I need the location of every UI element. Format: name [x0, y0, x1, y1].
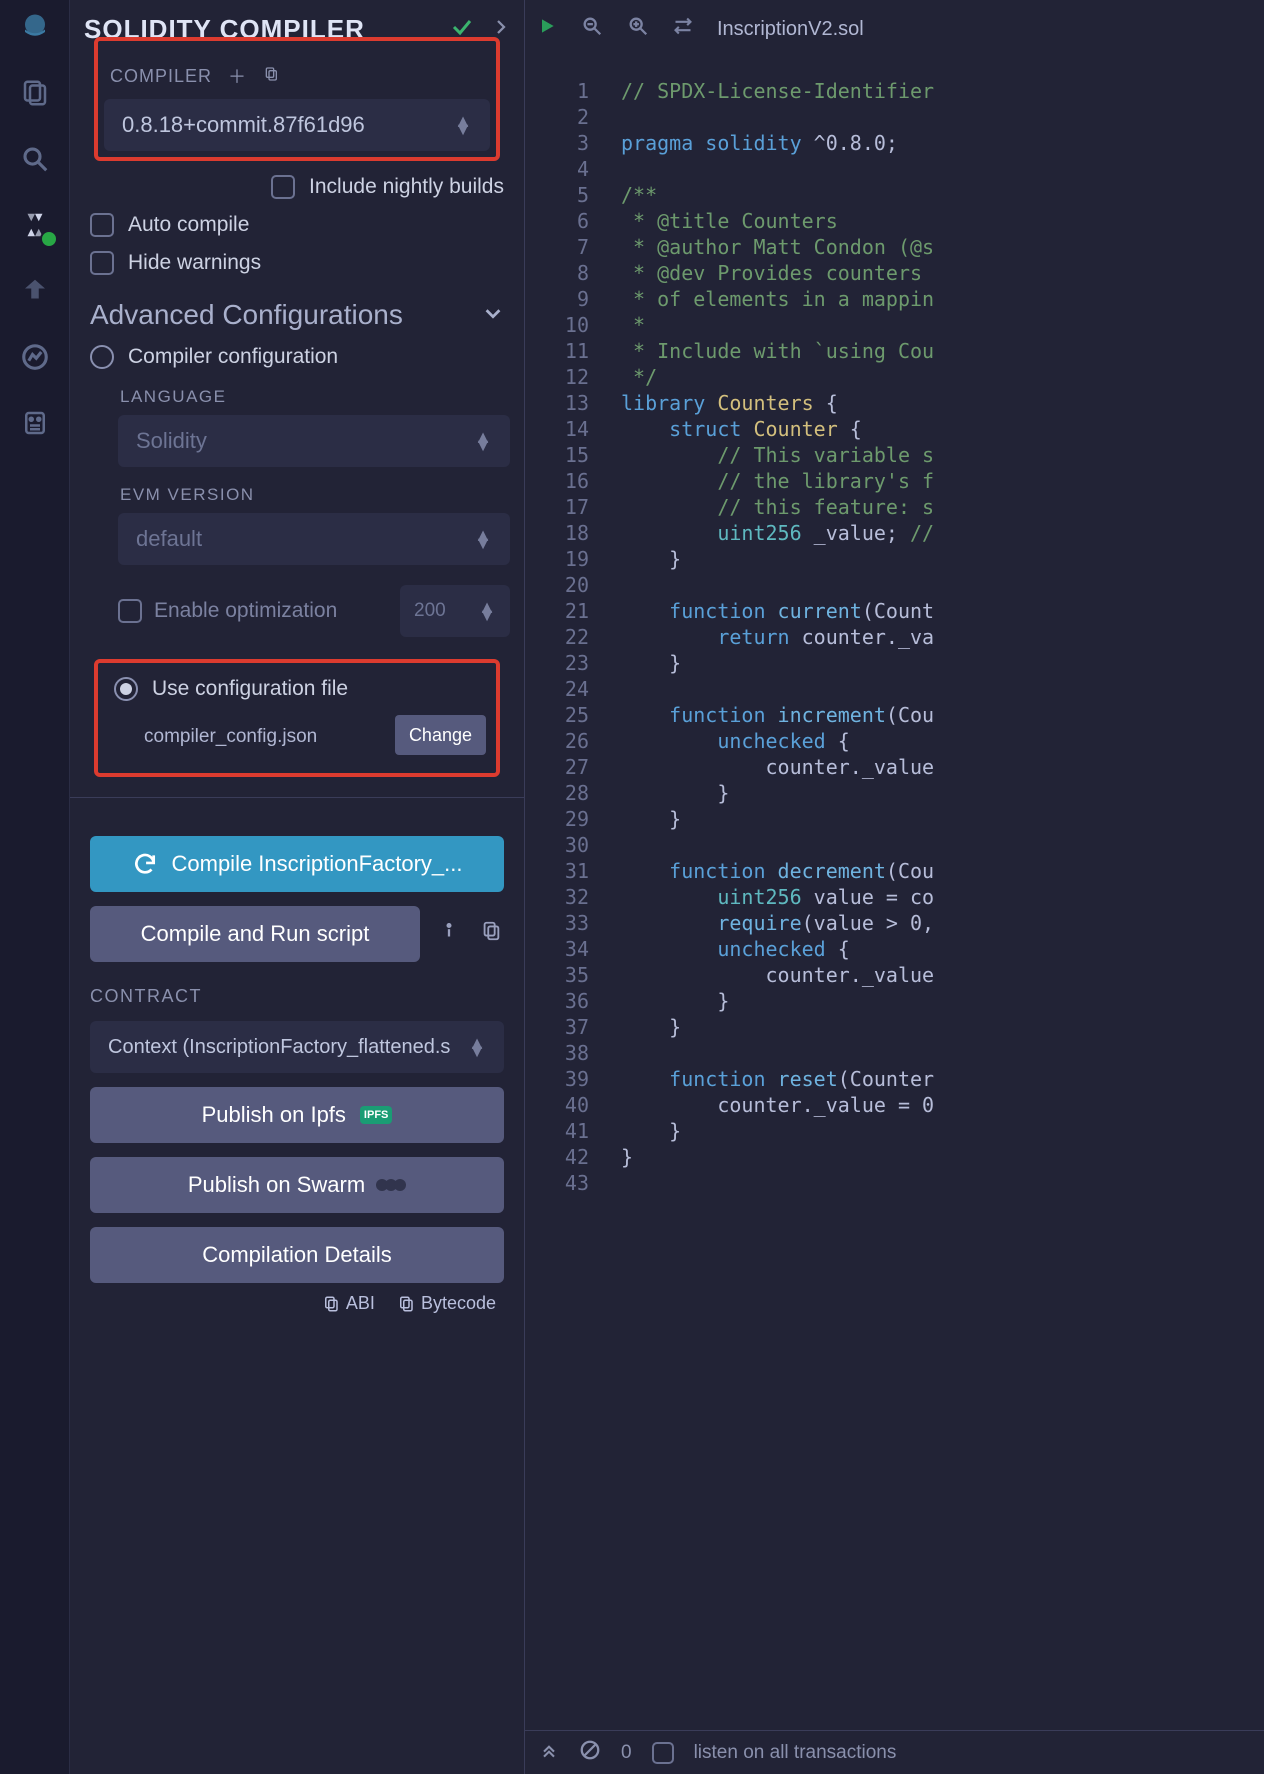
change-config-button[interactable]: Change — [395, 715, 486, 755]
use-config-file-label: Use configuration file — [152, 677, 348, 701]
compile-button[interactable]: Compile InscriptionFactory_... — [90, 836, 504, 892]
file-explorer-icon[interactable] — [18, 76, 52, 110]
compiler-ok-badge — [40, 230, 58, 248]
solidity-compiler-icon[interactable] — [18, 208, 52, 242]
copy-bytecode-button[interactable]: Bytecode — [397, 1293, 496, 1314]
auto-compile-checkbox[interactable] — [90, 213, 114, 237]
copy-compiler-icon[interactable] — [263, 66, 279, 87]
copy-icon[interactable] — [480, 920, 504, 948]
listen-tx-checkbox[interactable] — [652, 1742, 674, 1764]
compiler-config-radio[interactable] — [90, 345, 114, 369]
zoom-out-icon[interactable] — [581, 15, 603, 43]
editor-filename[interactable]: InscriptionV2.sol — [717, 18, 864, 41]
publish-ipfs-label: Publish on Ipfs — [202, 1102, 346, 1128]
contract-value: Context (InscriptionFactory_flattened.s — [108, 1036, 450, 1059]
stepper-arrows-icon: ▲▼ — [478, 603, 496, 619]
publish-swarm-button[interactable]: Publish on Swarm — [90, 1157, 504, 1213]
contract-label: CONTRACT — [90, 986, 504, 1007]
config-file-name: compiler_config.json — [144, 726, 317, 748]
line-gutter: 1234567891011121314151617181920212223242… — [525, 58, 603, 1730]
enable-optimization-label: Enable optimization — [154, 599, 388, 623]
run-icon[interactable] — [537, 16, 557, 42]
editor-toolbar: InscriptionV2.sol — [525, 0, 1264, 58]
add-compiler-icon[interactable]: ＋ — [228, 63, 247, 89]
compile-run-label: Compile and Run script — [141, 921, 370, 947]
code-editor: InscriptionV2.sol 1234567891011121314151… — [525, 0, 1264, 1774]
abi-label: ABI — [346, 1293, 375, 1314]
ipfs-icon: IPFS — [360, 1106, 392, 1124]
compiler-version-value: 0.8.18+commit.87f61d96 — [122, 112, 365, 138]
compilation-details-button[interactable]: Compilation Details — [90, 1227, 504, 1283]
debugger-icon[interactable] — [18, 340, 52, 374]
auto-compile-label: Auto compile — [128, 213, 249, 237]
tx-count: 0 — [621, 1742, 632, 1764]
search-icon[interactable] — [18, 142, 52, 176]
bytecode-label: Bytecode — [421, 1293, 496, 1314]
compile-run-button[interactable]: Compile and Run script — [90, 906, 420, 962]
contract-select[interactable]: Context (InscriptionFactory_flattened.s … — [90, 1021, 504, 1073]
publish-swarm-label: Publish on Swarm — [188, 1172, 365, 1198]
listen-tx-label: listen on all transactions — [694, 1742, 897, 1764]
include-nightly-checkbox[interactable] — [271, 175, 295, 199]
zoom-in-icon[interactable] — [627, 15, 649, 43]
select-arrows-icon: ▲▼ — [474, 433, 492, 449]
config-file-highlight: Use configuration file compiler_config.j… — [94, 659, 500, 777]
info-icon[interactable] — [438, 920, 462, 948]
compiler-panel: SOLIDITY COMPILER COMPILER ＋ — [70, 0, 525, 1774]
optimization-runs-input[interactable]: 200 ▲▼ — [400, 585, 510, 637]
publish-ipfs-button[interactable]: Publish on Ipfs IPFS — [90, 1087, 504, 1143]
language-value: Solidity — [136, 428, 207, 454]
compiler-version-highlight: COMPILER ＋ 0.8.18+commit.87f61d96 ▲▼ — [94, 37, 500, 161]
remix-logo-icon[interactable] — [18, 10, 52, 44]
chevron-down-icon[interactable] — [482, 299, 504, 331]
select-arrows-icon: ▲▼ — [454, 117, 472, 133]
select-arrows-icon: ▲▼ — [474, 531, 492, 547]
copy-abi-button[interactable]: ABI — [322, 1293, 375, 1314]
evm-version-label: EVM VERSION — [120, 485, 510, 505]
swarm-icon — [379, 1179, 406, 1191]
compiler-config-label: Compiler configuration — [128, 345, 338, 369]
activity-bar — [0, 0, 70, 1774]
editor-statusbar: 0 listen on all transactions — [525, 1730, 1264, 1774]
source-code[interactable]: // SPDX-License-Identifier pragma solidi… — [603, 58, 1264, 1730]
include-nightly-label: Include nightly builds — [309, 175, 504, 199]
enable-optimization-checkbox[interactable] — [118, 599, 142, 623]
deploy-run-icon[interactable] — [18, 274, 52, 308]
switch-file-icon[interactable] — [673, 16, 693, 42]
evm-version-value: default — [136, 526, 202, 552]
select-arrows-icon: ▲▼ — [468, 1039, 486, 1055]
hide-warnings-checkbox[interactable] — [90, 251, 114, 275]
language-select[interactable]: Solidity ▲▼ — [118, 415, 510, 467]
hide-warnings-label: Hide warnings — [128, 251, 261, 275]
clear-console-icon[interactable] — [579, 1739, 601, 1767]
optimization-runs-value: 200 — [414, 600, 446, 622]
compiler-label: COMPILER — [110, 66, 212, 87]
refresh-icon — [132, 851, 158, 877]
use-config-file-radio[interactable] — [114, 677, 138, 701]
evm-version-select[interactable]: default ▲▼ — [118, 513, 510, 565]
plugin-manager-icon[interactable] — [18, 406, 52, 440]
compile-button-label: Compile InscriptionFactory_... — [172, 851, 463, 877]
collapse-terminal-icon[interactable] — [539, 1740, 559, 1766]
language-label: LANGUAGE — [120, 387, 510, 407]
compiler-version-select[interactable]: 0.8.18+commit.87f61d96 ▲▼ — [104, 99, 490, 151]
compilation-details-label: Compilation Details — [202, 1242, 392, 1268]
advanced-config-toggle[interactable]: Advanced Configurations — [90, 299, 403, 331]
